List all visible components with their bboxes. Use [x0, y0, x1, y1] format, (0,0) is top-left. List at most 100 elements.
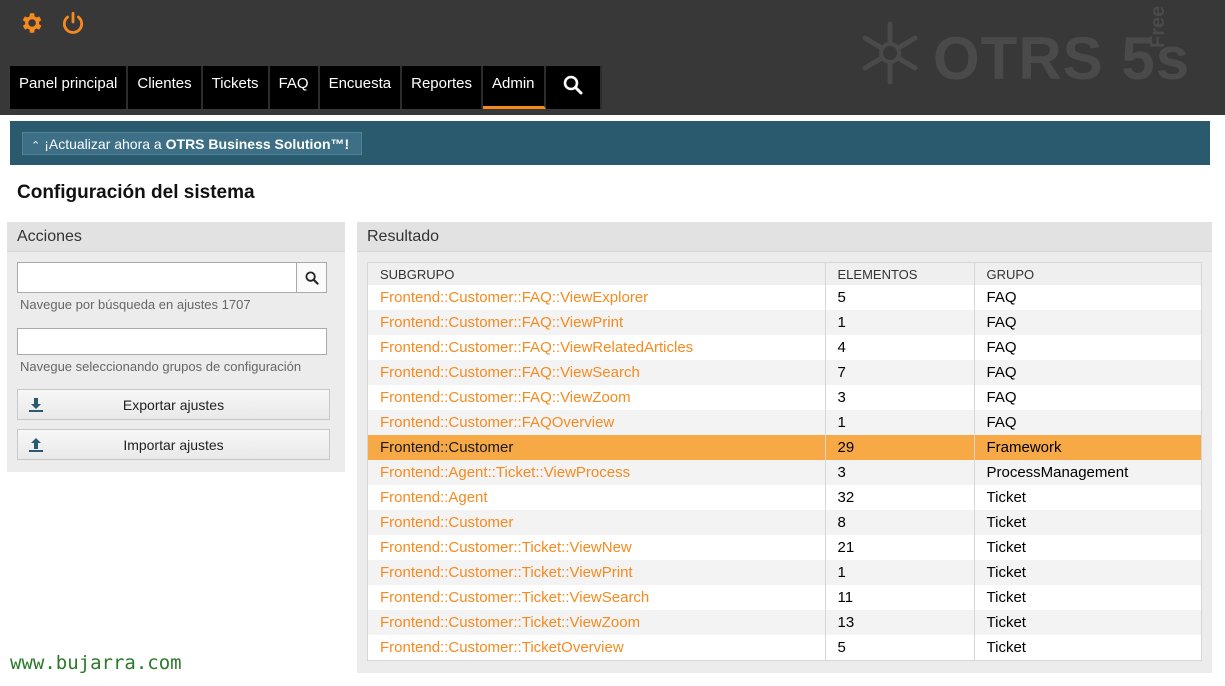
import-settings-label: Importar ajustes: [123, 436, 224, 453]
group-name: FAQ: [986, 414, 1017, 431]
elements-count: 4: [825, 335, 975, 360]
table-row[interactable]: Frontend::Customer::FAQ::ViewExplorer 5 FA…: [368, 285, 1201, 310]
table-row[interactable]: Frontend::Customer::FAQOverview 1 FAQ: [368, 410, 1201, 435]
elements-count: 32: [825, 485, 975, 510]
search-icon: [304, 270, 319, 285]
elements-count: 11: [825, 585, 975, 610]
subgroup-link[interactable]: Frontend::Customer::Ticket::ViewZoom: [368, 610, 826, 635]
nav-tickets[interactable]: Tickets: [203, 66, 270, 109]
power-icon[interactable]: [60, 10, 86, 36]
group-name: FAQ: [986, 314, 1017, 331]
double-chevron-up-icon: ⌃: [31, 140, 41, 152]
logo-edition: Free: [1147, 5, 1169, 48]
column-header-elements[interactable]: ELEMENTOS: [825, 263, 975, 285]
results-table: SUBGRUPO ELEMENTOS GRUPO Frontend::Custo…: [368, 263, 1201, 660]
table-row[interactable]: Frontend::Customer::FAQ::ViewSearch 7 FAQ: [368, 360, 1201, 385]
page-title: Configuración del sistema: [17, 182, 255, 203]
nav-clientes[interactable]: Clientes: [128, 66, 203, 109]
upgrade-prefix: ¡Actualizar ahora a: [44, 136, 166, 152]
subgroup-link[interactable]: Frontend::Customer::FAQ::ViewPrint: [368, 310, 826, 335]
nav-panel-principal[interactable]: Panel principal: [10, 66, 129, 109]
table-row[interactable]: Frontend::Customer::FAQ::ViewPrint 1 FAQ: [368, 310, 1201, 335]
subgroup-link[interactable]: Frontend::Agent::Ticket::ViewProcess: [368, 460, 826, 485]
column-header-subgroup[interactable]: SUBGRUPO: [368, 263, 826, 285]
subgroup-link[interactable]: Frontend::Customer: [368, 510, 826, 535]
subgroup-link[interactable]: Frontend::Customer::TicketOverview: [368, 635, 826, 660]
actions-title: Acciones: [7, 222, 345, 252]
settings-search-button[interactable]: [297, 262, 327, 293]
elements-count: 5: [825, 635, 975, 660]
group-name: FAQ: [986, 289, 1017, 306]
group-name: FAQ: [986, 389, 1017, 406]
table-header-row: SUBGRUPO ELEMENTOS GRUPO: [368, 263, 1201, 285]
group-name: Ticket: [986, 589, 1026, 606]
upgrade-link[interactable]: ⌃ ¡Actualizar ahora a OTRS Business Solut…: [22, 132, 363, 155]
elements-count: 1: [825, 410, 975, 435]
import-settings-button[interactable]: Importar ajustes: [17, 429, 330, 460]
results-panel: Resultado SUBGRUPO ELEMENTOS GRUPO Front…: [357, 222, 1212, 673]
actions-panel: Acciones Navegue por búsqueda en ajustes…: [7, 222, 345, 472]
subgroup-link[interactable]: Frontend::Customer::FAQ::ViewSearch: [368, 360, 826, 385]
nav-encuesta[interactable]: Encuesta: [320, 66, 403, 109]
table-row[interactable]: Frontend::Customer::Ticket::ViewPrint 1 Ti…: [368, 560, 1201, 585]
table-row[interactable]: Frontend::Customer::FAQ::ViewZoom 3 FAQ: [368, 385, 1201, 410]
subgroup-link[interactable]: Frontend::Customer::FAQ::ViewExplorer: [368, 285, 826, 310]
elements-count: 3: [825, 385, 975, 410]
subgroup-link[interactable]: Frontend::Customer::FAQOverview: [368, 410, 826, 435]
subgroup-link[interactable]: Frontend::Customer: [368, 435, 826, 460]
export-settings-button[interactable]: Exportar ajustes: [17, 389, 330, 420]
config-group-select[interactable]: [17, 328, 327, 355]
subgroup-link[interactable]: Frontend::Customer::Ticket::ViewPrint: [368, 560, 826, 585]
group-name: Ticket: [986, 539, 1026, 556]
subgroup-link[interactable]: Frontend::Customer::FAQ::ViewZoom: [368, 385, 826, 410]
table-row[interactable]: Frontend::Customer 8 Ticket: [368, 510, 1201, 535]
table-row[interactable]: Frontend::Customer::FAQ::ViewRelatedArti…: [368, 335, 1201, 360]
table-row[interactable]: Frontend::Agent::Ticket::ViewProcess 3 Pro…: [368, 460, 1201, 485]
logo-star-icon: [862, 21, 918, 85]
group-name: ProcessManagement: [986, 464, 1129, 481]
nav-admin[interactable]: Admin: [483, 66, 546, 109]
table-row[interactable]: Frontend::Customer 29 Framework: [368, 435, 1201, 460]
results-table-body: Frontend::Customer::FAQ::ViewExplorer 5 FA…: [368, 285, 1201, 660]
subgroup-link[interactable]: Frontend::Agent: [368, 485, 826, 510]
nav-reportes[interactable]: Reportes: [402, 66, 483, 109]
elements-count: 13: [825, 610, 975, 635]
gear-icon[interactable]: [18, 10, 44, 36]
group-name: Ticket: [986, 564, 1026, 581]
elements-count: 1: [825, 310, 975, 335]
upgrade-banner: ⌃ ¡Actualizar ahora a OTRS Business Solut…: [10, 121, 1210, 165]
table-row[interactable]: Frontend::Customer::TicketOverview 5 Ticke…: [368, 635, 1201, 660]
group-hint: Navegue seleccionando grupos de configur…: [20, 359, 302, 374]
subgroup-link[interactable]: Frontend::Customer::FAQ::ViewRelatedArti…: [368, 335, 826, 360]
elements-count: 21: [825, 535, 975, 560]
elements-count: 29: [825, 435, 975, 460]
nav-search-button[interactable]: [546, 66, 602, 109]
download-icon: [18, 397, 54, 413]
column-header-group[interactable]: GRUPO: [974, 263, 1201, 285]
subgroup-link[interactable]: Frontend::Customer::Ticket::ViewSearch: [368, 585, 826, 610]
table-row[interactable]: Frontend::Customer::Ticket::ViewSearch 11…: [368, 585, 1201, 610]
group-name: Ticket: [986, 614, 1026, 631]
main-nav: Panel principal Clientes Tickets FAQ Enc…: [10, 66, 602, 109]
elements-count: 5: [825, 285, 975, 310]
upload-icon: [18, 437, 54, 453]
group-name: FAQ: [986, 364, 1017, 381]
upgrade-product: OTRS Business Solution™!: [165, 136, 350, 152]
subgroup-link[interactable]: Frontend::Customer::Ticket::ViewNew: [368, 535, 826, 560]
group-name: Ticket: [986, 489, 1026, 506]
export-settings-label: Exportar ajustes: [122, 396, 225, 413]
elements-count: 8: [825, 510, 975, 535]
watermark: www.bujarra.com: [10, 652, 182, 674]
table-row[interactable]: Frontend::Customer::Ticket::ViewNew 21 Tic…: [368, 535, 1201, 560]
elements-count: 1: [825, 560, 975, 585]
group-name: Ticket: [986, 639, 1026, 656]
top-header: OTRS 5s Free Panel principal Clientes Ti…: [0, 0, 1225, 115]
search-icon: [563, 75, 583, 95]
group-name: Ticket: [986, 514, 1026, 531]
group-name: Framework: [986, 439, 1062, 456]
settings-search-input[interactable]: [17, 262, 297, 293]
elements-count: 3: [825, 460, 975, 485]
nav-faq[interactable]: FAQ: [270, 66, 320, 109]
table-row[interactable]: Frontend::Customer::Ticket::ViewZoom 13 Ti…: [368, 610, 1201, 635]
table-row[interactable]: Frontend::Agent 32 Ticket: [368, 485, 1201, 510]
